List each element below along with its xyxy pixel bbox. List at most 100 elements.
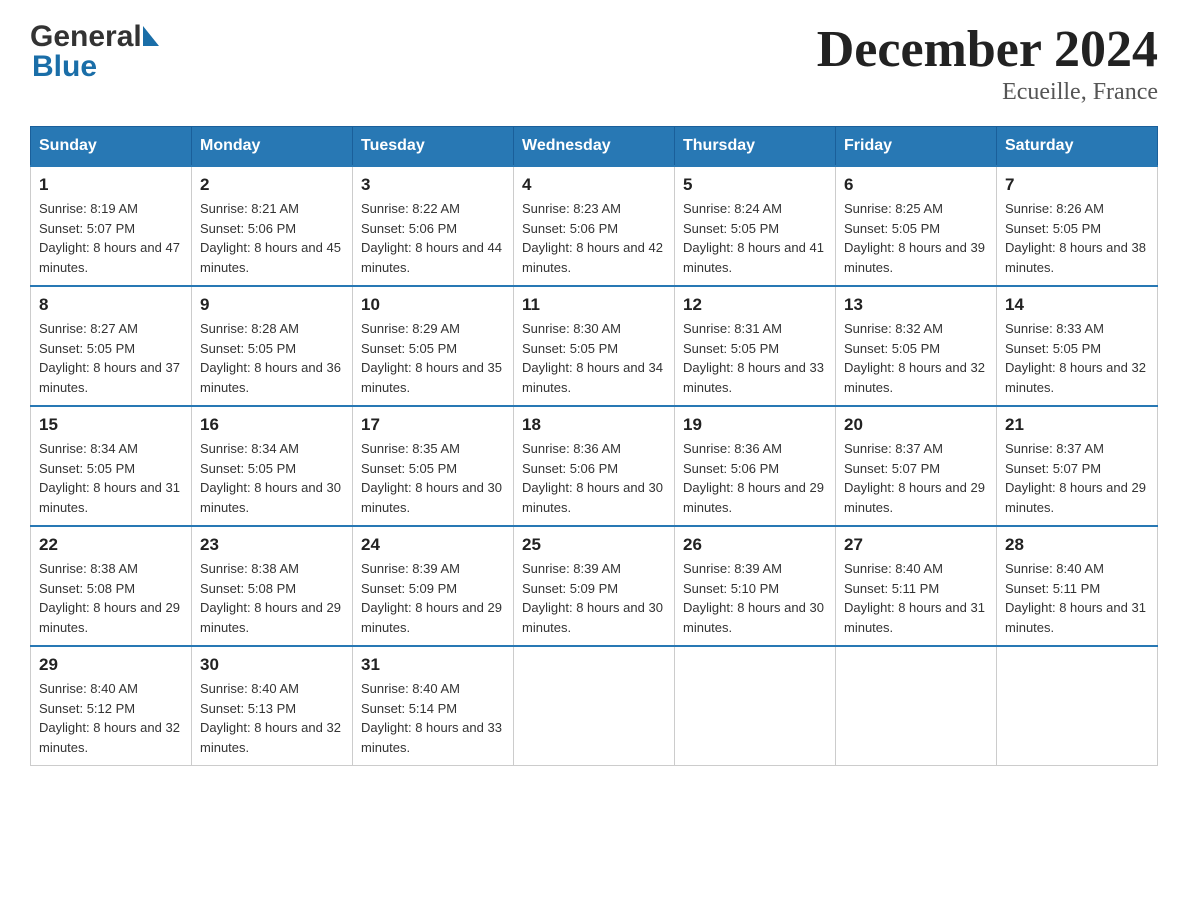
sunrise-label: Sunrise: 8:29 AM [361,321,460,336]
sunset-label: Sunset: 5:08 PM [200,581,296,596]
sunrise-label: Sunrise: 8:31 AM [683,321,782,336]
sunrise-label: Sunrise: 8:40 AM [200,681,299,696]
calendar-cell: 21 Sunrise: 8:37 AM Sunset: 5:07 PM Dayl… [997,406,1158,526]
day-info: Sunrise: 8:27 AM Sunset: 5:05 PM Dayligh… [39,319,183,397]
header-day-wednesday: Wednesday [514,127,675,167]
day-info: Sunrise: 8:35 AM Sunset: 5:05 PM Dayligh… [361,439,505,517]
logo: General Blue [30,20,159,84]
day-info: Sunrise: 8:25 AM Sunset: 5:05 PM Dayligh… [844,199,988,277]
week-row-3: 15 Sunrise: 8:34 AM Sunset: 5:05 PM Dayl… [31,406,1158,526]
day-info: Sunrise: 8:23 AM Sunset: 5:06 PM Dayligh… [522,199,666,277]
sunset-label: Sunset: 5:11 PM [1005,581,1100,596]
day-info: Sunrise: 8:34 AM Sunset: 5:05 PM Dayligh… [200,439,344,517]
day-info: Sunrise: 8:32 AM Sunset: 5:05 PM Dayligh… [844,319,988,397]
header-row: SundayMondayTuesdayWednesdayThursdayFrid… [31,127,1158,167]
day-number: 25 [522,535,666,555]
daylight-label: Daylight: 8 hours and 32 minutes. [1005,360,1146,395]
calendar-cell: 15 Sunrise: 8:34 AM Sunset: 5:05 PM Dayl… [31,406,192,526]
sunset-label: Sunset: 5:06 PM [522,461,618,476]
sunrise-label: Sunrise: 8:40 AM [844,561,943,576]
sunset-label: Sunset: 5:13 PM [200,701,296,716]
calendar-cell: 18 Sunrise: 8:36 AM Sunset: 5:06 PM Dayl… [514,406,675,526]
sunrise-label: Sunrise: 8:37 AM [1005,441,1104,456]
week-row-5: 29 Sunrise: 8:40 AM Sunset: 5:12 PM Dayl… [31,646,1158,766]
calendar-cell: 13 Sunrise: 8:32 AM Sunset: 5:05 PM Dayl… [836,286,997,406]
daylight-label: Daylight: 8 hours and 29 minutes. [683,480,824,515]
calendar-cell: 9 Sunrise: 8:28 AM Sunset: 5:05 PM Dayli… [192,286,353,406]
day-number: 12 [683,295,827,315]
sunrise-label: Sunrise: 8:22 AM [361,201,460,216]
calendar-cell: 5 Sunrise: 8:24 AM Sunset: 5:05 PM Dayli… [675,166,836,286]
day-number: 14 [1005,295,1149,315]
day-number: 5 [683,175,827,195]
daylight-label: Daylight: 8 hours and 30 minutes. [522,480,663,515]
page-header: General Blue December 2024 Ecueille, Fra… [30,20,1158,106]
sunset-label: Sunset: 5:06 PM [200,221,296,236]
sunrise-label: Sunrise: 8:39 AM [683,561,782,576]
day-info: Sunrise: 8:33 AM Sunset: 5:05 PM Dayligh… [1005,319,1149,397]
day-info: Sunrise: 8:39 AM Sunset: 5:10 PM Dayligh… [683,559,827,637]
day-number: 4 [522,175,666,195]
header-day-saturday: Saturday [997,127,1158,167]
sunrise-label: Sunrise: 8:40 AM [1005,561,1104,576]
calendar-cell: 4 Sunrise: 8:23 AM Sunset: 5:06 PM Dayli… [514,166,675,286]
calendar-cell: 23 Sunrise: 8:38 AM Sunset: 5:08 PM Dayl… [192,526,353,646]
sunset-label: Sunset: 5:11 PM [844,581,939,596]
calendar-cell: 14 Sunrise: 8:33 AM Sunset: 5:05 PM Dayl… [997,286,1158,406]
calendar-cell: 12 Sunrise: 8:31 AM Sunset: 5:05 PM Dayl… [675,286,836,406]
header-day-friday: Friday [836,127,997,167]
sunset-label: Sunset: 5:14 PM [361,701,457,716]
header-day-thursday: Thursday [675,127,836,167]
header-day-sunday: Sunday [31,127,192,167]
day-number: 31 [361,655,505,675]
day-number: 28 [1005,535,1149,555]
header-day-monday: Monday [192,127,353,167]
day-info: Sunrise: 8:28 AM Sunset: 5:05 PM Dayligh… [200,319,344,397]
calendar-body: 1 Sunrise: 8:19 AM Sunset: 5:07 PM Dayli… [31,166,1158,766]
calendar-cell: 31 Sunrise: 8:40 AM Sunset: 5:14 PM Dayl… [353,646,514,766]
sunrise-label: Sunrise: 8:33 AM [1005,321,1104,336]
sunrise-label: Sunrise: 8:32 AM [844,321,943,336]
sunset-label: Sunset: 5:10 PM [683,581,779,596]
daylight-label: Daylight: 8 hours and 41 minutes. [683,240,824,275]
sunset-label: Sunset: 5:05 PM [844,341,940,356]
calendar-cell: 8 Sunrise: 8:27 AM Sunset: 5:05 PM Dayli… [31,286,192,406]
calendar-cell: 6 Sunrise: 8:25 AM Sunset: 5:05 PM Dayli… [836,166,997,286]
day-info: Sunrise: 8:30 AM Sunset: 5:05 PM Dayligh… [522,319,666,397]
calendar-cell: 3 Sunrise: 8:22 AM Sunset: 5:06 PM Dayli… [353,166,514,286]
sunrise-label: Sunrise: 8:38 AM [200,561,299,576]
calendar-cell: 10 Sunrise: 8:29 AM Sunset: 5:05 PM Dayl… [353,286,514,406]
sunset-label: Sunset: 5:05 PM [683,341,779,356]
calendar-cell: 1 Sunrise: 8:19 AM Sunset: 5:07 PM Dayli… [31,166,192,286]
day-info: Sunrise: 8:39 AM Sunset: 5:09 PM Dayligh… [522,559,666,637]
sunset-label: Sunset: 5:05 PM [200,341,296,356]
calendar-cell: 28 Sunrise: 8:40 AM Sunset: 5:11 PM Dayl… [997,526,1158,646]
sunrise-label: Sunrise: 8:39 AM [522,561,621,576]
calendar-cell: 30 Sunrise: 8:40 AM Sunset: 5:13 PM Dayl… [192,646,353,766]
daylight-label: Daylight: 8 hours and 30 minutes. [361,480,502,515]
sunset-label: Sunset: 5:05 PM [1005,341,1101,356]
day-info: Sunrise: 8:40 AM Sunset: 5:12 PM Dayligh… [39,679,183,757]
daylight-label: Daylight: 8 hours and 32 minutes. [844,360,985,395]
day-number: 22 [39,535,183,555]
day-number: 23 [200,535,344,555]
sunset-label: Sunset: 5:05 PM [844,221,940,236]
sunset-label: Sunset: 5:09 PM [522,581,618,596]
daylight-label: Daylight: 8 hours and 31 minutes. [844,600,985,635]
sunset-label: Sunset: 5:12 PM [39,701,135,716]
calendar-cell: 22 Sunrise: 8:38 AM Sunset: 5:08 PM Dayl… [31,526,192,646]
logo-row1: General [30,20,159,54]
day-number: 24 [361,535,505,555]
sunrise-label: Sunrise: 8:28 AM [200,321,299,336]
daylight-label: Daylight: 8 hours and 29 minutes. [1005,480,1146,515]
sunrise-label: Sunrise: 8:26 AM [1005,201,1104,216]
day-number: 6 [844,175,988,195]
day-number: 8 [39,295,183,315]
sunset-label: Sunset: 5:06 PM [522,221,618,236]
day-number: 15 [39,415,183,435]
header-day-tuesday: Tuesday [353,127,514,167]
logo-general: General [30,20,142,54]
day-info: Sunrise: 8:40 AM Sunset: 5:13 PM Dayligh… [200,679,344,757]
calendar-cell: 25 Sunrise: 8:39 AM Sunset: 5:09 PM Dayl… [514,526,675,646]
daylight-label: Daylight: 8 hours and 42 minutes. [522,240,663,275]
